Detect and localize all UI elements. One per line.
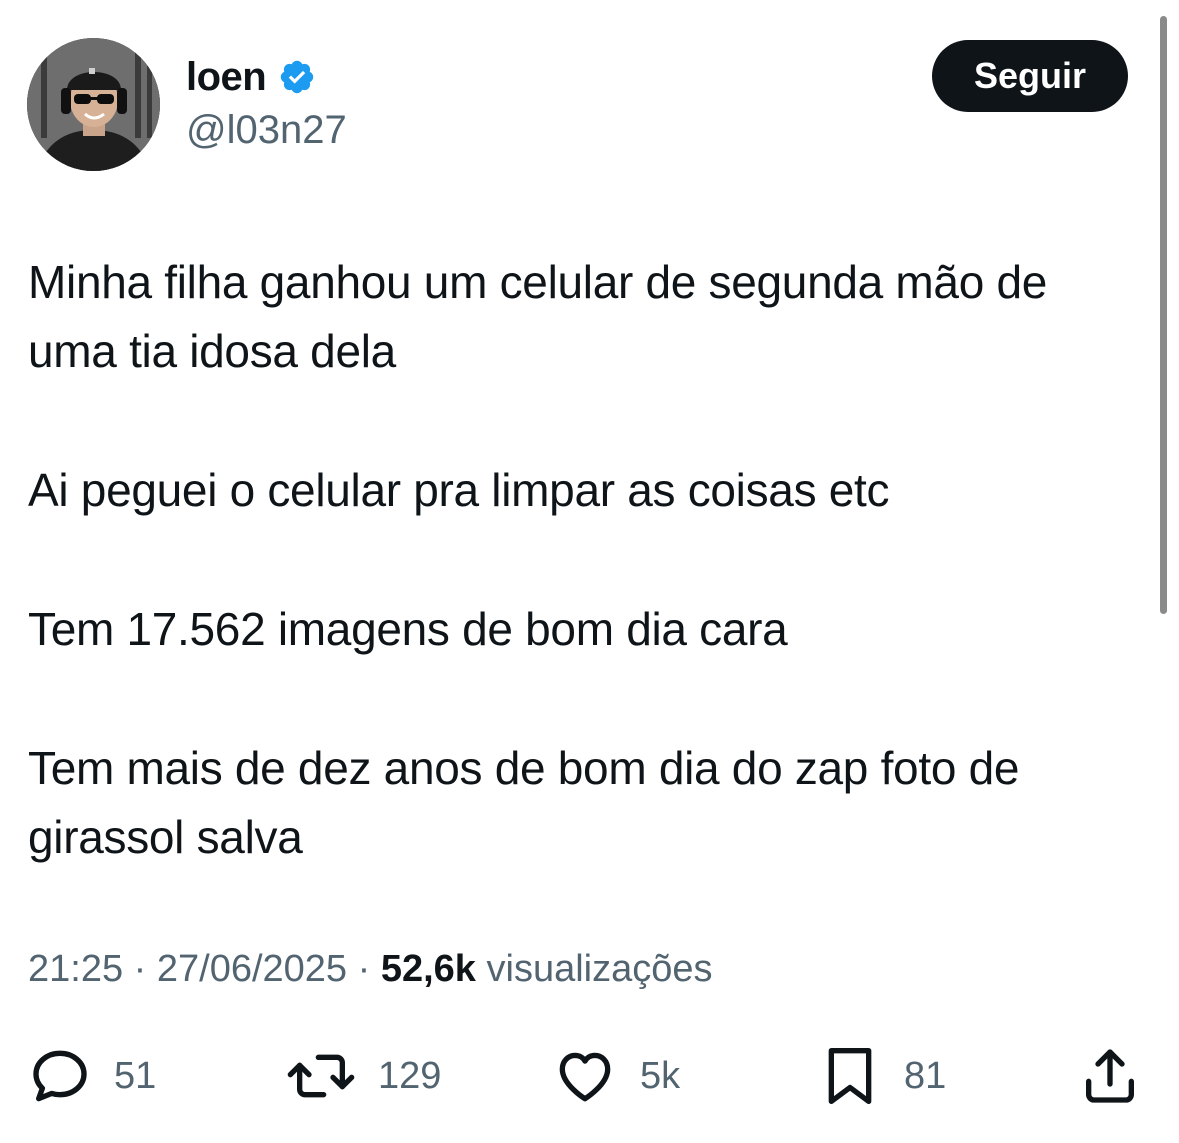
tweet-paragraph: Tem 17.562 imagens de bom dia cara (28, 603, 788, 655)
scrollbar[interactable] (1160, 16, 1167, 614)
reply-button[interactable]: 51 (28, 1040, 156, 1112)
tweet-paragraph: Minha filha ganhou um celular de segunda… (28, 256, 1048, 377)
action-bar: 51 129 5k 81 (0, 1040, 1179, 1120)
tweet-paragraph: Ai peguei o celular pra limpar as coisas… (28, 464, 890, 516)
author-name-row[interactable]: loen (186, 52, 316, 102)
bookmark-count: 81 (904, 1054, 947, 1097)
follow-button[interactable]: Seguir (932, 40, 1128, 112)
tweet-paragraph: Tem mais de dez anos de bom dia do zap f… (28, 742, 1020, 863)
share-icon (1078, 1044, 1142, 1108)
reply-icon (28, 1044, 92, 1108)
bookmark-icon (818, 1042, 882, 1110)
reply-count: 51 (114, 1054, 157, 1097)
share-button[interactable] (1078, 1040, 1142, 1112)
author-name[interactable]: loen (186, 55, 267, 100)
tweet-time[interactable]: 21:25 (28, 948, 123, 990)
like-count: 5k (640, 1054, 681, 1097)
retweet-count: 129 (378, 1054, 442, 1097)
tweet-text: Minha filha ganhou um celular de segunda… (28, 248, 1148, 872)
retweet-icon (286, 1044, 356, 1108)
heart-icon (552, 1044, 618, 1108)
like-button[interactable]: 5k (552, 1040, 680, 1112)
views-label: visualizações (486, 948, 713, 990)
bookmark-button[interactable]: 81 (818, 1040, 946, 1112)
meta-separator: · (133, 948, 147, 990)
tweet-date[interactable]: 27/06/2025 (157, 948, 347, 990)
meta-separator: · (357, 948, 371, 990)
author-handle[interactable]: @l03n27 (186, 108, 347, 153)
retweet-button[interactable]: 129 (286, 1040, 441, 1112)
tweet-meta: 21:25 · 27/06/2025 · 52,6k visualizações (28, 948, 713, 991)
avatar[interactable] (27, 38, 160, 171)
views-count: 52,6k (380, 948, 476, 990)
verified-badge-icon (278, 58, 316, 96)
